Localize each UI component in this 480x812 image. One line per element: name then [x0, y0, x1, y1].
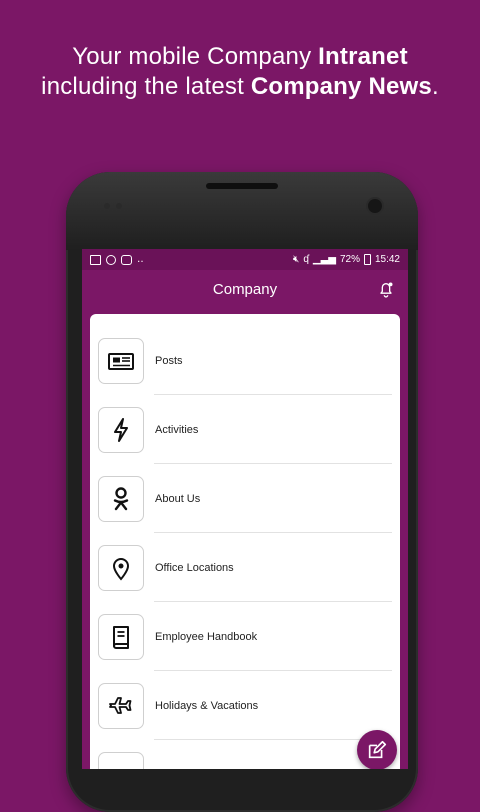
headline-line-2: including the latest Company News.	[41, 73, 439, 100]
lightning-icon	[114, 417, 128, 442]
menu-item-about-us[interactable]: About Us	[98, 464, 400, 533]
menu-item-posts[interactable]: Posts	[98, 326, 400, 395]
front-camera	[368, 199, 382, 213]
bell-icon[interactable]	[376, 279, 396, 299]
phone-screen: ‥ 🔇︎ ʠ ▁▃▅ 72% 15:42 Company Posts Activ…	[82, 249, 408, 769]
book-icon	[113, 625, 129, 649]
menu-item-partial	[98, 740, 400, 769]
menu-card: Posts Activities About Us Office Locatio…	[90, 314, 400, 769]
wifi-icon: ʠ	[303, 254, 309, 265]
phone-bezel-top	[66, 172, 418, 250]
clock: 15:42	[374, 254, 400, 265]
battery-icon	[363, 254, 371, 265]
app-title: Company	[212, 280, 278, 298]
menu-item-employee-handbook[interactable]: Employee Handbook	[98, 602, 400, 671]
gallery-icon	[90, 254, 101, 265]
location-pin-icon	[112, 557, 130, 581]
cloud-icon	[106, 254, 116, 265]
headline-line-1: Your mobile Company Intranet	[72, 43, 408, 70]
menu-item-office-locations[interactable]: Office Locations	[98, 533, 400, 602]
app-bar: Company	[82, 270, 408, 308]
status-system: 🔇︎ ʠ ▁▃▅ 72% 15:42	[293, 254, 400, 265]
sensor-dot	[116, 203, 122, 209]
signal-icon: ▁▃▅	[312, 254, 336, 265]
more-notifications-icon: ‥	[137, 254, 144, 265]
status-bar: ‥ 🔇︎ ʠ ▁▃▅ 72% 15:42	[82, 249, 408, 270]
menu-item-activities[interactable]: Activities	[98, 395, 400, 464]
mute-icon: 🔇︎	[293, 254, 300, 265]
instagram-icon	[121, 254, 132, 265]
compose-fab[interactable]	[357, 730, 397, 769]
status-notifications: ‥	[90, 254, 144, 265]
airplane-icon	[109, 696, 132, 714]
headline: Your mobile Company Intranet including t…	[0, 42, 480, 102]
speaker-grille	[206, 183, 278, 189]
person-icon	[113, 486, 129, 510]
menu-item-holidays-vacations[interactable]: Holidays & Vacations	[98, 671, 400, 740]
battery-percent: 72%	[339, 254, 360, 265]
edit-icon	[368, 740, 387, 759]
newspaper-icon	[108, 352, 134, 370]
sensor-dot	[104, 203, 110, 209]
